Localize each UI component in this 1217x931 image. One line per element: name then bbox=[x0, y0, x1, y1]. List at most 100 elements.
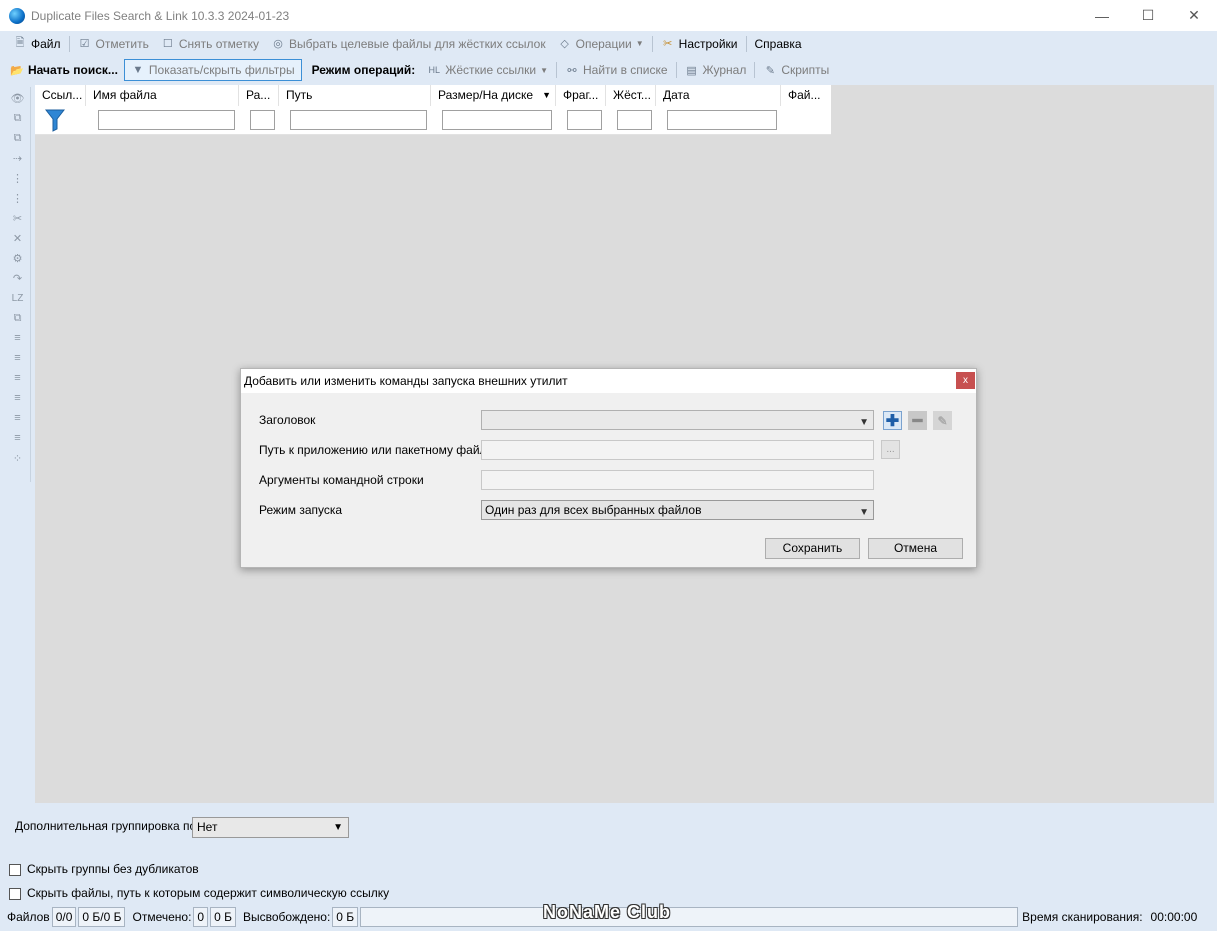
list-icon[interactable]: ≡ bbox=[9, 409, 27, 427]
status-files-count: 0/0 bbox=[51, 907, 77, 927]
status-files-size: 0 Б/0 Б bbox=[78, 907, 126, 927]
list-filter-icon[interactable]: ≡ bbox=[9, 349, 27, 367]
dialog-close-button[interactable]: x bbox=[956, 372, 975, 389]
toolbar-separator bbox=[754, 62, 756, 78]
column-header[interactable]: Размер/На диске ▼ bbox=[431, 85, 556, 106]
launch-mode-label: Режим запуска bbox=[259, 503, 343, 517]
find-in-list-button[interactable]: ⚯ Найти в списке bbox=[559, 59, 674, 81]
column-header[interactable]: Путь bbox=[279, 85, 431, 106]
hide-groups-checkbox[interactable] bbox=[9, 863, 21, 876]
filter-fragments-input[interactable] bbox=[567, 110, 602, 130]
column-header[interactable]: Ссыл... bbox=[35, 85, 86, 106]
copy-add-icon[interactable]: ⧉ bbox=[9, 109, 27, 127]
select-all-icon[interactable]: ⋮ bbox=[9, 189, 27, 207]
operation-mode-label: Режим операций: bbox=[311, 63, 416, 77]
check-icon: ☑ bbox=[79, 38, 90, 50]
window-controls: — ☐ ✕ bbox=[1079, 0, 1217, 31]
status-marked-size: 0 Б bbox=[210, 907, 236, 927]
dropdown-arrow-icon: ▼ bbox=[635, 39, 644, 48]
minus-icon: ━ bbox=[912, 412, 923, 430]
eye-icon[interactable]: 👁 bbox=[9, 89, 27, 107]
maximize-button[interactable]: ☐ bbox=[1125, 0, 1171, 31]
remove-button[interactable]: ━ bbox=[908, 411, 927, 430]
column-header[interactable]: Фай... bbox=[781, 85, 831, 106]
column-header[interactable]: Ра... bbox=[239, 85, 279, 106]
copy-dropdown-icon[interactable]: ⧉ bbox=[9, 309, 27, 327]
args-input[interactable] bbox=[481, 470, 874, 490]
journal-button[interactable]: ▤ Журнал bbox=[679, 59, 753, 81]
grid-header: Ссыл... Имя файла Ра... Путь Размер/На д… bbox=[35, 85, 831, 107]
group-icon[interactable]: ⁘ bbox=[9, 449, 27, 467]
hide-groups-option[interactable]: Скрыть группы без дубликатов bbox=[9, 862, 199, 876]
target-icon: ◎ bbox=[273, 38, 283, 50]
filter-path-input[interactable] bbox=[290, 110, 427, 130]
lz-label[interactable]: LZ bbox=[9, 289, 27, 307]
menu-bar: 🗎 Файл ☑ Отметить ☐ Снять отметку ◎ Выбр… bbox=[0, 31, 1217, 56]
header-select[interactable]: ▼ bbox=[481, 410, 874, 430]
menu-settings[interactable]: ✂ Настройки bbox=[655, 33, 744, 55]
column-header[interactable]: Жёст... bbox=[606, 85, 656, 106]
list-icon[interactable]: ≡ bbox=[9, 389, 27, 407]
args-label: Аргументы командной строки bbox=[259, 473, 424, 487]
move-icon[interactable]: ↷ bbox=[9, 269, 27, 287]
window-title: Duplicate Files Search & Link 10.3.3 202… bbox=[31, 8, 290, 23]
hide-symlinks-option[interactable]: Скрыть файлы, путь к которым содержит си… bbox=[9, 886, 389, 900]
menu-mark[interactable]: ☑ Отметить bbox=[72, 33, 155, 55]
list-icon[interactable]: ≡ bbox=[9, 369, 27, 387]
status-freed-size: 0 Б bbox=[332, 907, 359, 927]
dialog-title-bar: Добавить или изменить команды запуска вн… bbox=[241, 369, 976, 393]
select-group-icon[interactable]: ⋮ bbox=[9, 169, 27, 187]
filter-extension-input[interactable] bbox=[250, 110, 275, 130]
toggle-filters-button[interactable]: ▼ Показать/скрыть фильтры bbox=[123, 59, 302, 81]
column-header[interactable]: Имя файла bbox=[86, 85, 239, 106]
minimize-button[interactable]: — bbox=[1079, 0, 1125, 31]
add-button[interactable]: ✚ bbox=[883, 411, 902, 430]
scripts-button[interactable]: ✎ Скрипты bbox=[757, 59, 835, 81]
file-icon: 🗎 bbox=[15, 37, 25, 49]
cancel-button[interactable]: Отмена bbox=[868, 538, 963, 559]
plus-icon: ✚ bbox=[885, 412, 900, 430]
browse-button[interactable]: ... bbox=[881, 440, 900, 459]
start-search-button[interactable]: 📂 Начать поиск... bbox=[4, 59, 124, 81]
list-icon[interactable]: ≡ bbox=[9, 429, 27, 447]
left-tool-strip: 👁 ⧉ ⧉ ⇢ ⋮ ⋮ ✂ ✕ ⚙ ↷ LZ ⧉ ≡ ≡ ≡ ≡ ≡ ≡ ⁘ bbox=[5, 87, 31, 482]
copy-remove-icon[interactable]: ⧉ bbox=[9, 129, 27, 147]
status-progress-bar bbox=[360, 907, 1019, 927]
column-header[interactable]: Фраг... bbox=[556, 85, 606, 106]
filter-size-input[interactable] bbox=[442, 110, 552, 130]
list-icon[interactable]: ≡ bbox=[9, 329, 27, 347]
menu-file[interactable]: 🗎 Файл bbox=[7, 33, 67, 55]
menu-help[interactable]: Справка bbox=[749, 33, 808, 55]
filter-hardlinks-input[interactable] bbox=[617, 110, 652, 130]
pencil-icon: ✎ bbox=[937, 413, 948, 428]
edit-button[interactable]: ✎ bbox=[933, 411, 952, 430]
close-window-button[interactable]: ✕ bbox=[1171, 0, 1217, 31]
filter-filename-input[interactable] bbox=[98, 110, 235, 130]
arrow-link-icon[interactable]: ⇢ bbox=[9, 149, 27, 167]
settings-icon: ✂ bbox=[663, 38, 673, 50]
save-button[interactable]: Сохранить bbox=[765, 538, 860, 559]
header-label: Заголовок bbox=[259, 413, 316, 427]
filter-date-input[interactable] bbox=[667, 110, 777, 130]
column-header[interactable]: Дата bbox=[656, 85, 781, 106]
hide-symlinks-checkbox[interactable] bbox=[9, 887, 21, 900]
path-input[interactable] bbox=[481, 440, 874, 460]
status-marked-label: Отмечено: bbox=[132, 910, 192, 924]
menu-select-hardlink-targets[interactable]: ◎ Выбрать целевые файлы для жёстких ссыл… bbox=[265, 33, 552, 55]
menu-operations[interactable]: ◇ Операции ▼ bbox=[552, 33, 650, 55]
status-files-label: Файлов bbox=[7, 910, 50, 924]
title-bar: Duplicate Files Search & Link 10.3.3 202… bbox=[0, 0, 1217, 31]
hardlinks-mode-button[interactable]: HL Жёсткие ссылки ▼ bbox=[421, 59, 554, 81]
menu-unmark[interactable]: ☐ Снять отметку bbox=[155, 33, 265, 55]
watermark-text: NoNaMe Club bbox=[543, 902, 671, 922]
launch-mode-select[interactable]: Один раз для всех выбранных файлов ▼ bbox=[481, 500, 874, 520]
delete-icon[interactable]: ✕ bbox=[9, 229, 27, 247]
scripts-icon: ✎ bbox=[765, 64, 775, 77]
toolbar-separator bbox=[556, 62, 557, 78]
gear-icon[interactable]: ⚙ bbox=[9, 249, 27, 267]
scissors-icon[interactable]: ✂ bbox=[9, 209, 27, 227]
filter-funnel-icon[interactable] bbox=[45, 108, 65, 132]
grouping-select[interactable]: Нет ▼ bbox=[192, 817, 349, 838]
menu-separator bbox=[745, 35, 747, 52]
app-globe-icon bbox=[9, 7, 25, 24]
